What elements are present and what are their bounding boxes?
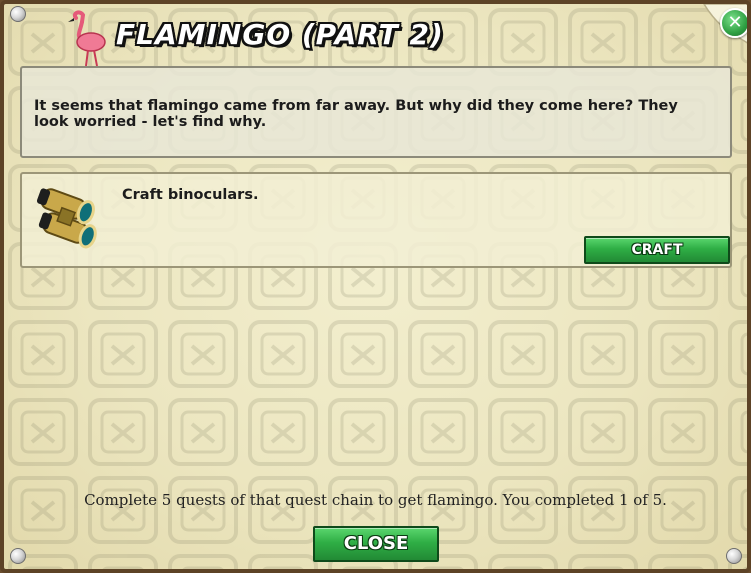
quest-dialog: FLAMINGO (PART 2) ✕ It seems that flamin… — [0, 0, 751, 573]
rivet-icon — [10, 6, 26, 22]
close-button[interactable]: CLOSE — [313, 526, 439, 562]
task-panel: Craft binoculars. CRAFT — [20, 172, 732, 268]
quest-description: It seems that flamingo came from far awa… — [34, 98, 678, 130]
dialog-title: FLAMINGO (PART 2) — [116, 18, 444, 51]
binoculars-icon — [36, 188, 97, 249]
quest-chain-summary: Complete 5 quests of that quest chain to… — [84, 491, 667, 509]
close-x-icon[interactable]: ✕ — [720, 8, 747, 38]
rivet-icon — [10, 548, 26, 564]
flamingo-icon — [68, 10, 106, 67]
craft-button[interactable]: CRAFT — [584, 236, 730, 264]
rivet-icon — [726, 548, 742, 564]
task-text: Craft binoculars. — [122, 187, 259, 203]
description-panel: It seems that flamingo came from far awa… — [20, 66, 732, 158]
